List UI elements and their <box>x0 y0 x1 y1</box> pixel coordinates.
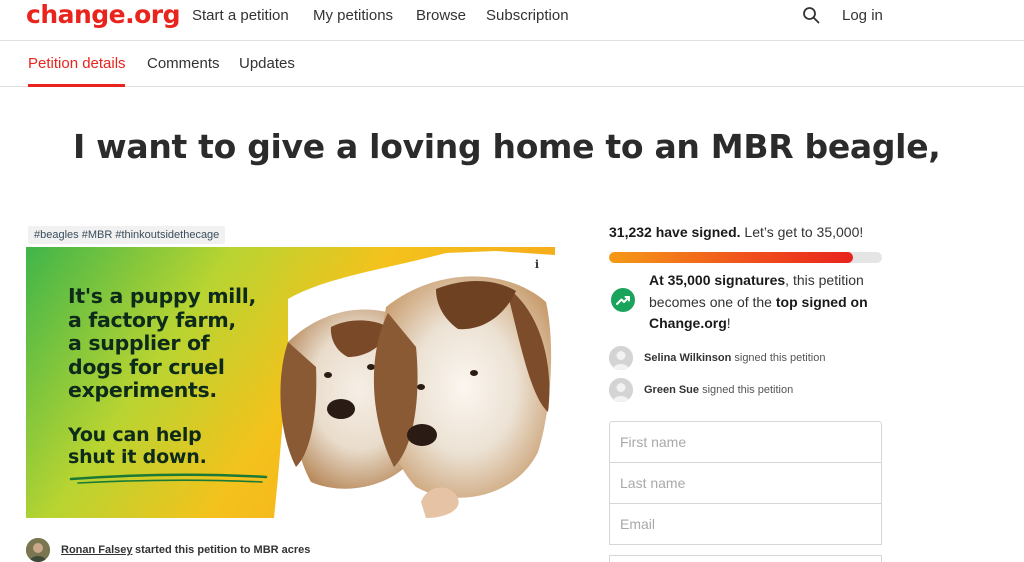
login-link[interactable]: Log in <box>842 7 883 24</box>
tab-updates[interactable]: Updates <box>239 55 295 73</box>
image-cta-line: shut it down. <box>68 446 207 468</box>
signer-name: Selina Wilkinson <box>644 352 732 364</box>
signer-avatar <box>609 346 633 370</box>
signature-progress-fill <box>609 252 853 263</box>
starter-description: started this petition to MBR acres <box>135 544 311 556</box>
user-placeholder-icon <box>609 346 633 370</box>
signer-action: signed this petition <box>734 352 826 364</box>
petition-tags[interactable]: #beagles #MBR #thinkoutsidethecage <box>28 226 226 244</box>
nav-start-petition[interactable]: Start a petition <box>192 7 289 25</box>
signer-text: Green Sue signed this petition <box>644 378 793 402</box>
signer-avatar <box>609 378 633 402</box>
image-headline: It's a puppy mill, a factory farm, a sup… <box>68 284 256 403</box>
change-org-logo[interactable]: change.org <box>26 0 181 30</box>
signature-count-value: 31,232 have signed. <box>609 224 741 240</box>
signature-count: 31,232 have signed. Let’s get to 35,000! <box>609 224 863 241</box>
signature-goal: Let’s get to 35,000! <box>744 224 864 240</box>
starter-name-link[interactable]: Ronan Falsey <box>61 538 133 562</box>
petition-image: i It's a puppy mill, a factory farm, a s… <box>26 247 555 518</box>
tab-comments[interactable]: Comments <box>147 55 220 73</box>
info-icon[interactable]: i <box>529 257 545 273</box>
image-cta-line: You can help <box>68 424 202 446</box>
image-headline-line: a factory farm, <box>68 307 236 332</box>
nav-subscription[interactable]: Subscription <box>486 7 569 25</box>
user-placeholder-icon <box>609 378 633 402</box>
image-headline-line: It's a puppy mill, <box>68 284 256 308</box>
signer-text: Selina Wilkinson signed this petition <box>644 346 826 370</box>
top-nav: change.org Start a petition My petitions… <box>0 0 1024 41</box>
starter-avatar-image <box>26 538 50 562</box>
signer-name: Green Sue <box>644 384 700 396</box>
petition-tabs: Petition details Comments Updates <box>0 41 1024 87</box>
signer-action: signed this petition <box>702 384 794 396</box>
first-name-field[interactable] <box>609 421 882 463</box>
image-headline-line: dogs for cruel <box>68 354 225 379</box>
email-field[interactable] <box>609 503 882 545</box>
milestone-end: ! <box>726 315 731 331</box>
image-call-to-action: You can help shut it down. <box>68 424 207 468</box>
tab-petition-details[interactable]: Petition details <box>28 55 126 73</box>
starter-avatar[interactable] <box>26 538 50 562</box>
image-headline-line: experiments. <box>68 378 217 402</box>
petition-title: I want to give a loving home to an MBR b… <box>73 127 941 166</box>
milestone-target: At 35,000 signatures <box>649 272 786 288</box>
nav-browse[interactable]: Browse <box>416 7 466 25</box>
signature-progress-bar <box>609 252 882 263</box>
last-name-field[interactable] <box>609 462 882 504</box>
search-icon[interactable] <box>802 6 820 24</box>
active-tab-indicator <box>28 84 125 87</box>
trending-up-icon <box>611 288 635 312</box>
next-form-field[interactable] <box>609 555 882 562</box>
milestone-message: At 35,000 signatures, this petition beco… <box>649 270 884 335</box>
image-headline-line: a supplier of <box>68 331 210 355</box>
nav-my-petitions[interactable]: My petitions <box>313 7 393 25</box>
